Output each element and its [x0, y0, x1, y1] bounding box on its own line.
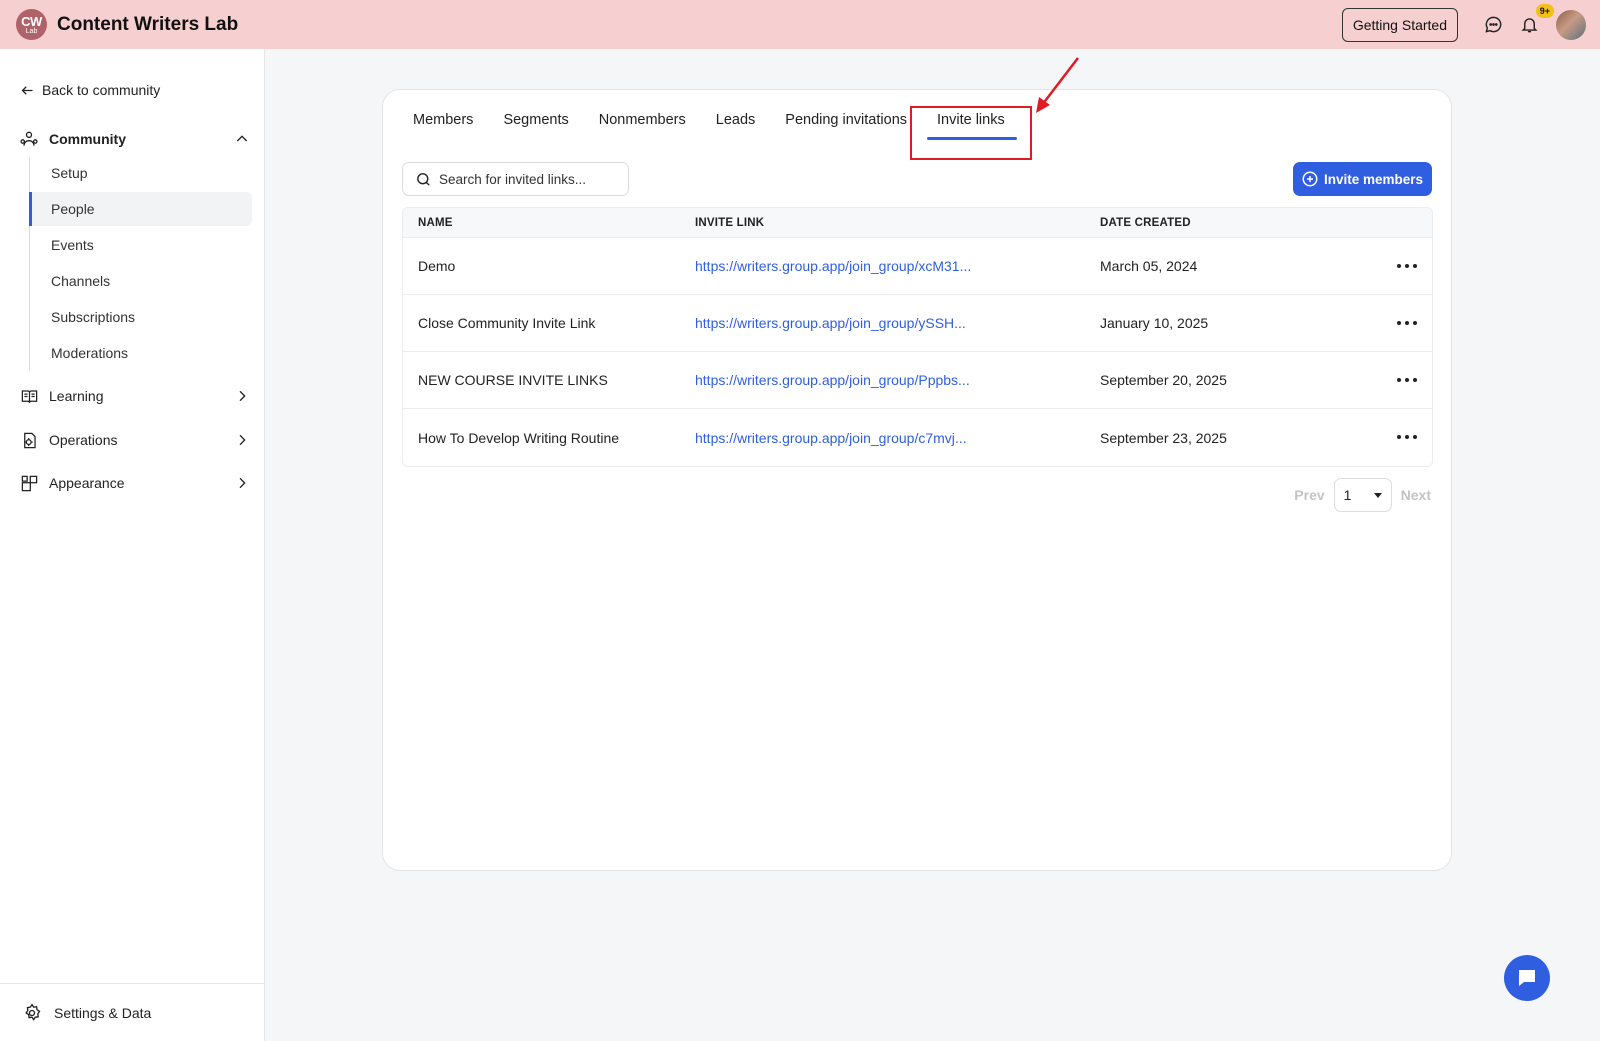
- operations-label: Operations: [49, 432, 118, 448]
- chat-bubble-icon: [1519, 970, 1535, 986]
- row-invite-link[interactable]: https://writers.group.app/join_group/Ppp…: [695, 372, 1100, 388]
- chevron-right-icon: [239, 390, 246, 402]
- appearance-icon: [18, 472, 40, 494]
- top-header: CW Lab Content Writers Lab Getting Start…: [0, 0, 1600, 49]
- logo-subtext: Lab: [25, 27, 38, 35]
- sidebar-group-operations[interactable]: Operations: [18, 429, 250, 451]
- app-title[interactable]: Content Writers Lab: [57, 14, 238, 36]
- sidebar-item-subscriptions[interactable]: Subscriptions: [29, 300, 252, 334]
- tab-nonmembers[interactable]: Nonmembers: [599, 112, 686, 142]
- back-to-community-link[interactable]: Back to community: [20, 82, 160, 98]
- page-number: 1: [1343, 487, 1352, 503]
- table-header: NAME INVITE LINK DATE CREATED: [403, 208, 1432, 238]
- user-avatar[interactable]: [1556, 9, 1586, 40]
- pagination: Prev 1 Next: [1294, 478, 1431, 512]
- back-label: Back to community: [42, 82, 161, 98]
- gear-icon: [25, 1002, 41, 1021]
- caret-down-icon: [1373, 492, 1382, 498]
- annotation-arrow-icon: [1036, 57, 1079, 113]
- arrow-left-icon: [21, 85, 33, 95]
- sidebar-group-appearance[interactable]: Appearance: [18, 472, 250, 494]
- sidebar-item-moderations[interactable]: Moderations: [29, 336, 252, 370]
- messages-icon[interactable]: [1482, 14, 1504, 36]
- row-date: September 23, 2025: [1100, 429, 1227, 446]
- invite-members-button[interactable]: Invite members: [1292, 162, 1432, 196]
- getting-started-button[interactable]: Getting Started: [1341, 7, 1458, 42]
- sidebar-item-channels[interactable]: Channels: [29, 264, 252, 298]
- support-chat-button[interactable]: [1504, 955, 1550, 1001]
- chevron-up-icon[interactable]: [234, 131, 250, 147]
- table-row: How To Develop Writing Routine https://w…: [403, 409, 1432, 466]
- column-header-name[interactable]: NAME: [403, 217, 695, 229]
- sidebar-group-community[interactable]: Community: [18, 128, 250, 150]
- row-invite-link[interactable]: https://writers.group.app/join_group/xcM…: [695, 258, 1100, 274]
- row-name: Demo: [418, 258, 456, 274]
- people-card: Members Segments Nonmembers Leads Pendin…: [382, 89, 1452, 871]
- header-actions: Getting Started 9+: [1341, 0, 1586, 49]
- row-name: NEW COURSE INVITE LINKS: [418, 372, 608, 388]
- row-date: January 10, 2025: [1100, 315, 1209, 331]
- tab-leads[interactable]: Leads: [716, 112, 756, 142]
- table-row: Close Community Invite Link https://writ…: [403, 295, 1432, 352]
- tab-segments[interactable]: Segments: [503, 112, 568, 142]
- operations-icon: [18, 429, 40, 451]
- row-name: Close Community Invite Link: [418, 315, 596, 331]
- row-invite-link[interactable]: https://writers.group.app/join_group/c7m…: [695, 430, 1100, 446]
- search-box[interactable]: [402, 162, 629, 196]
- sidebar: Back to community Community Setup People…: [0, 49, 265, 1041]
- more-options-icon[interactable]: [1397, 429, 1417, 445]
- settings-and-data-link[interactable]: Settings & Data: [0, 983, 264, 1041]
- community-label: Community: [49, 131, 126, 147]
- next-page-button[interactable]: Next: [1401, 487, 1431, 503]
- learning-label: Learning: [49, 388, 104, 404]
- community-logo[interactable]: CW Lab: [16, 9, 47, 40]
- invite-links-table: NAME INVITE LINK DATE CREATED Demo https…: [402, 207, 1433, 467]
- more-options-icon[interactable]: [1397, 372, 1417, 388]
- tab-pending-invitations[interactable]: Pending invitations: [785, 112, 907, 142]
- column-header-date-created[interactable]: DATE CREATED: [1100, 217, 1390, 229]
- annotation-highlight-box: [910, 106, 1032, 160]
- row-date: March 05, 2024: [1100, 258, 1198, 274]
- plus-circle-icon: [1302, 171, 1318, 187]
- chevron-right-icon: [239, 477, 246, 489]
- row-date: September 20, 2025: [1100, 372, 1227, 388]
- chevron-right-icon: [239, 434, 246, 446]
- column-header-invite-link[interactable]: INVITE LINK: [695, 217, 1100, 229]
- book-icon: [18, 385, 40, 407]
- table-row: Demo https://writers.group.app/join_grou…: [403, 238, 1432, 295]
- prev-page-button[interactable]: Prev: [1294, 487, 1324, 503]
- invite-members-label: Invite members: [1323, 171, 1423, 187]
- settings-label: Settings & Data: [54, 1004, 152, 1021]
- page-select[interactable]: 1: [1333, 478, 1392, 512]
- table-row: NEW COURSE INVITE LINKS https://writers.…: [403, 352, 1432, 409]
- row-invite-link[interactable]: https://writers.group.app/join_group/ySS…: [695, 315, 1100, 331]
- sidebar-item-setup[interactable]: Setup: [29, 156, 252, 190]
- search-input[interactable]: [439, 171, 619, 187]
- more-options-icon[interactable]: [1397, 258, 1417, 274]
- logo-text: CW: [21, 13, 42, 29]
- search-icon: [417, 172, 430, 186]
- sidebar-item-events[interactable]: Events: [29, 228, 252, 262]
- appearance-label: Appearance: [49, 475, 125, 491]
- sidebar-item-people[interactable]: People: [29, 192, 252, 226]
- notification-badge: 9+: [1535, 3, 1554, 18]
- row-name: How To Develop Writing Routine: [418, 429, 620, 446]
- community-icon: [18, 128, 40, 150]
- tab-members[interactable]: Members: [413, 112, 473, 142]
- more-options-icon[interactable]: [1397, 315, 1417, 331]
- sidebar-group-learning[interactable]: Learning: [18, 385, 250, 407]
- notifications-bell-icon[interactable]: 9+: [1518, 3, 1554, 36]
